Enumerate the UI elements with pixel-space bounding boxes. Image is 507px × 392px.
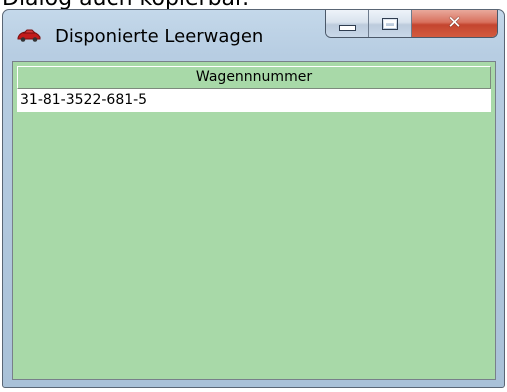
- red-car-icon[interactable]: [16, 26, 42, 44]
- table-row[interactable]: 31-81-3522-681-5: [17, 89, 491, 112]
- minimize-button[interactable]: [326, 10, 369, 37]
- title-bar[interactable]: Disponierte Leerwagen ✕: [3, 10, 504, 58]
- minimize-icon: [338, 24, 356, 31]
- close-button[interactable]: ✕: [412, 10, 497, 37]
- window-title: Disponierte Leerwagen: [55, 26, 264, 47]
- caption-buttons: ✕: [325, 10, 498, 38]
- maximize-icon: [382, 17, 398, 30]
- column-header-wagennummer[interactable]: Wagennnummer: [17, 66, 491, 89]
- dialog-window: Disponierte Leerwagen ✕ Wagennnummer 31-…: [2, 9, 505, 388]
- maximize-button[interactable]: [369, 10, 412, 37]
- wagon-list-grid[interactable]: Wagennnummer 31-81-3522-681-5: [12, 61, 496, 380]
- close-icon: ✕: [447, 13, 462, 33]
